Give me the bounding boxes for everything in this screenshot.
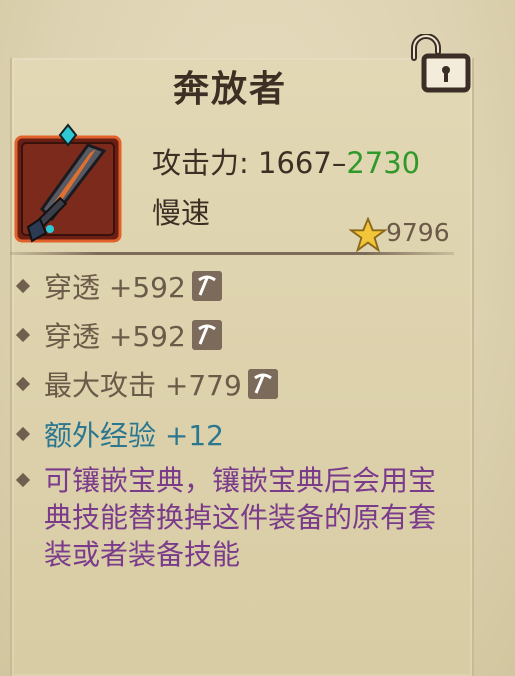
attack-min: 1667	[258, 146, 332, 180]
attack-speed: 慢速	[152, 196, 211, 230]
divider	[10, 252, 454, 255]
description-text: 可镶嵌宝典，镶嵌宝典后会用宝典技能替换掉这件装备的原有套装或者装备技能	[44, 464, 437, 571]
stat-label: 额外经验 +12	[44, 419, 224, 452]
attack-max: 2730	[346, 146, 421, 180]
bullet-icon	[15, 327, 31, 343]
item-name: 奔放者	[172, 69, 287, 110]
bullet-icon	[15, 426, 31, 442]
pickaxe-icon[interactable]	[191, 320, 222, 350]
attack-label: 攻击力:	[152, 146, 258, 180]
sword-icon[interactable]	[12, 123, 124, 248]
bullet-icon	[15, 472, 31, 488]
bullet-icon	[15, 376, 31, 392]
pickaxe-icon[interactable]	[247, 369, 278, 399]
attack-power: 攻击力: 1667–2730	[152, 140, 420, 182]
stat-label: 穿透 +592	[44, 271, 186, 304]
item-score: 9796	[386, 218, 450, 247]
stat-row: 最大攻击 +779	[14, 364, 278, 404]
pickaxe-icon[interactable]	[191, 271, 222, 301]
attack-separator: –	[331, 146, 347, 180]
unlock-icon[interactable]	[404, 34, 474, 94]
bonus-stat-row: 额外经验 +12	[14, 414, 224, 454]
bullet-icon	[15, 278, 31, 294]
star-icon	[349, 217, 387, 253]
stat-label: 最大攻击 +779	[44, 369, 242, 402]
stat-label: 穿透 +592	[44, 320, 186, 353]
item-description: 可镶嵌宝典，镶嵌宝典后会用宝典技能替换掉这件装备的原有套装或者装备技能	[14, 462, 444, 573]
stat-row: 穿透 +592	[14, 266, 222, 306]
stat-row: 穿透 +592	[14, 315, 222, 355]
